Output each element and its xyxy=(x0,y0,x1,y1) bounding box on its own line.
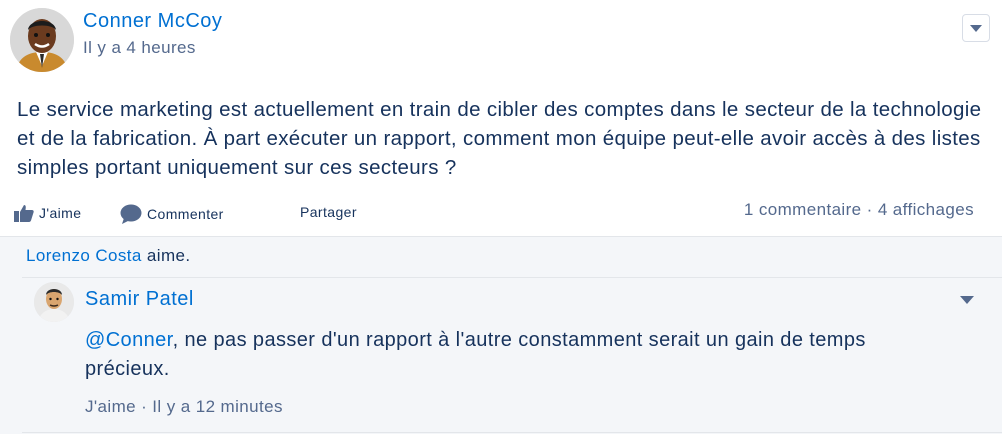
post-actions: J'aime Commenter Partager 1 commentaire … xyxy=(14,200,1002,228)
post-author-name[interactable]: Conner McCoy xyxy=(83,10,222,33)
comment-text: , ne pas passer d'un rapport à l'autre c… xyxy=(85,329,866,380)
like-label: J'aime xyxy=(39,205,82,221)
comment-bubble-icon xyxy=(120,204,142,224)
comment-label: Commenter xyxy=(147,206,224,222)
mention-link[interactable]: @Conner xyxy=(85,329,173,351)
comment-author-name[interactable]: Samir Patel xyxy=(85,288,194,311)
chevron-down-icon[interactable] xyxy=(960,296,974,304)
post-header: Conner McCoy Il y a 4 heures xyxy=(10,8,1002,78)
thumbs-up-icon xyxy=(14,205,34,222)
comment-author-avatar[interactable] xyxy=(34,282,74,322)
share-label: Partager xyxy=(300,204,357,220)
comment-body: @Conner, ne pas passer d'un rapport à l'… xyxy=(85,326,935,384)
likes-summary: Lorenzo Costa aime. xyxy=(26,246,190,266)
liker-name-link[interactable]: Lorenzo Costa xyxy=(26,246,142,265)
like-button[interactable]: J'aime xyxy=(14,204,81,222)
author-avatar[interactable] xyxy=(10,8,74,72)
chevron-down-icon xyxy=(970,25,982,32)
divider xyxy=(22,432,1002,433)
comment-footer[interactable]: J'aime · Il y a 12 minutes xyxy=(85,397,283,417)
comment-button[interactable]: Commenter xyxy=(120,204,224,224)
post-menu-button[interactable] xyxy=(962,14,990,42)
post-stats[interactable]: 1 commentaire · 4 affichages xyxy=(744,200,974,220)
likes-suffix: aime. xyxy=(146,246,191,265)
divider xyxy=(22,277,1002,278)
share-button[interactable]: Partager xyxy=(300,204,357,220)
divider xyxy=(0,236,1002,237)
post-timestamp: Il y a 4 heures xyxy=(83,38,196,57)
post-body: Le service marketing est actuellement en… xyxy=(17,98,982,179)
